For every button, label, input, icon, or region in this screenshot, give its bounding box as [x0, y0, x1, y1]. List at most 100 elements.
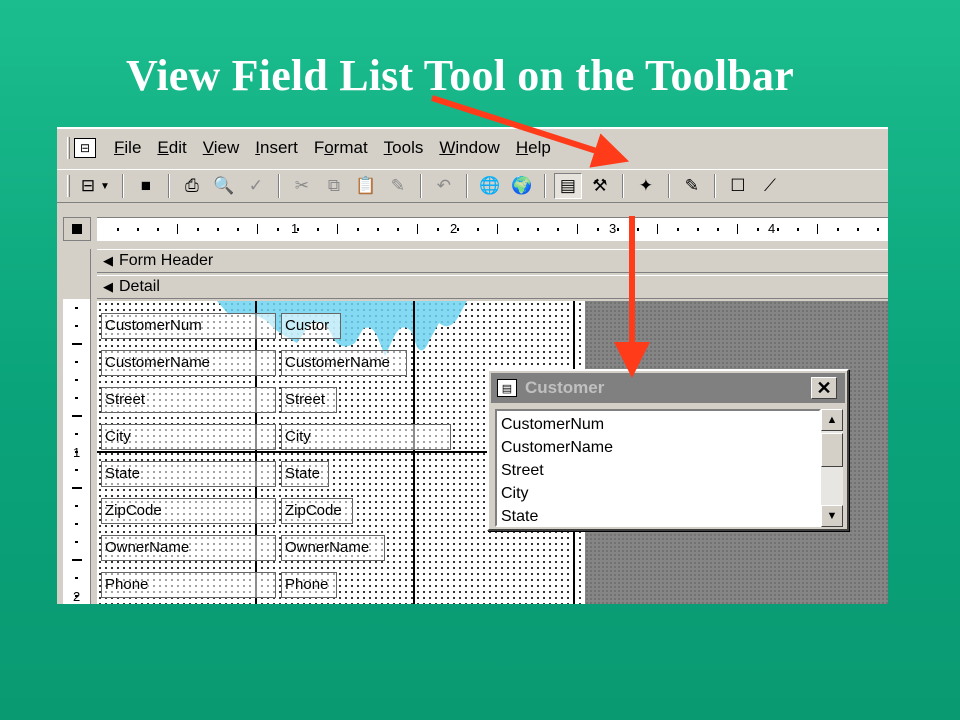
list-item[interactable]: CustomerName: [501, 436, 819, 459]
scroll-down-icon[interactable]: ▼: [821, 505, 843, 527]
ruler-tick: [617, 228, 619, 231]
access-key: o: [324, 138, 334, 157]
field-list-scrollbar[interactable]: ▲ ▼: [821, 409, 843, 527]
menubar-grip[interactable]: [67, 137, 70, 159]
web-toolbar-icon[interactable]: 🌍: [508, 173, 536, 199]
vertical-ruler[interactable]: 1 2: [63, 299, 91, 604]
spelling-icon[interactable]: ✓: [242, 173, 270, 199]
form-selector[interactable]: [63, 217, 91, 241]
ruler-tick: [177, 224, 178, 234]
ruler-tick: [737, 224, 738, 234]
cut-icon[interactable]: ✂: [288, 173, 316, 199]
toolbar-grip[interactable]: [67, 175, 70, 197]
textbox-city[interactable]: City: [281, 424, 451, 450]
ruler-tick: [237, 228, 239, 231]
section-selector-gutter[interactable]: [63, 249, 91, 299]
menu-view[interactable]: View: [195, 138, 248, 158]
print-preview-icon[interactable]: 🔍: [210, 173, 238, 199]
ruler-tick: [497, 224, 498, 234]
field-list-listbox[interactable]: CustomerNum CustomerName Street City Sta…: [495, 409, 821, 527]
ruler-tick: [75, 397, 78, 399]
close-icon[interactable]: ✕: [811, 377, 837, 399]
ruler-tick: [677, 228, 679, 231]
section-arrow-icon: ◀: [103, 279, 113, 294]
label-customername[interactable]: CustomerName: [101, 350, 276, 376]
textbox-customernum[interactable]: Custor: [281, 313, 341, 339]
ruler-tick: [75, 595, 78, 597]
view-dropdown-arrow-icon[interactable]: ▼: [100, 181, 110, 192]
field-list-window: ▤ Customer ✕ CustomerNum CustomerName St…: [487, 369, 849, 531]
toolbox-icon[interactable]: ⚒: [586, 173, 614, 199]
ruler-tick: [75, 505, 78, 507]
undo-icon[interactable]: ↶: [430, 173, 458, 199]
field-list-title: Customer: [525, 378, 605, 397]
ruler-tick: [317, 228, 319, 231]
field-list-icon[interactable]: ▤: [553, 173, 582, 199]
list-item[interactable]: State: [501, 505, 819, 528]
form-document-icon[interactable]: ⊟: [74, 138, 96, 158]
ruler-tick: [157, 228, 159, 231]
ruler-tick: [797, 228, 799, 231]
scroll-thumb[interactable]: [821, 433, 843, 467]
ruler-tick: [857, 228, 859, 231]
copy-icon[interactable]: ⧉: [320, 173, 348, 199]
menu-format[interactable]: Format: [306, 138, 376, 158]
form-header-bar[interactable]: ◀ Form Header: [97, 249, 888, 273]
ruler-tick: [697, 228, 699, 231]
label-city[interactable]: City: [101, 424, 276, 450]
label-street[interactable]: Street: [101, 387, 276, 413]
list-item[interactable]: Street: [501, 459, 819, 482]
form-header-label: Form Header: [119, 252, 214, 269]
print-icon[interactable]: ⎙: [178, 173, 206, 199]
field-list-titlebar[interactable]: ▤ Customer ✕: [491, 373, 845, 403]
autoformat-icon[interactable]: ✦: [632, 173, 660, 199]
textbox-phone[interactable]: Phone: [281, 572, 337, 598]
detail-bar[interactable]: ◀ Detail: [97, 275, 888, 299]
ruler-tick: [397, 228, 399, 231]
menu-help[interactable]: Help: [508, 138, 559, 158]
ruler-tick: [72, 487, 82, 489]
menu-bar: ⊟ File Edit View Insert Format Tools Win…: [57, 135, 888, 161]
textbox-zipcode[interactable]: ZipCode: [281, 498, 353, 524]
toolbar-separator: [621, 174, 624, 198]
properties-icon[interactable]: ☐: [724, 173, 752, 199]
label-phone[interactable]: Phone: [101, 572, 276, 598]
menu-tools[interactable]: Tools: [376, 138, 432, 158]
list-item[interactable]: City: [501, 482, 819, 505]
label-state[interactable]: State: [101, 461, 276, 487]
ruler-tick: [75, 379, 78, 381]
menu-window[interactable]: Window: [431, 138, 507, 158]
label-ownername[interactable]: OwnerName: [101, 535, 276, 561]
label-customernum[interactable]: CustomerNum: [101, 313, 276, 339]
textbox-ownername[interactable]: OwnerName: [281, 535, 385, 561]
toolbar-separator: [121, 174, 124, 198]
access-key: H: [515, 138, 529, 157]
toolbar-separator: [713, 174, 716, 198]
ruler-tick: [777, 228, 779, 231]
label-zipcode[interactable]: ZipCode: [101, 498, 276, 524]
insert-hyperlink-icon[interactable]: 🌐: [476, 173, 504, 199]
scroll-up-icon[interactable]: ▲: [821, 409, 843, 431]
ruler-tick: [557, 228, 559, 231]
ruler-tick: [75, 469, 78, 471]
menu-edit[interactable]: Edit: [149, 138, 194, 158]
build-icon[interactable]: ⟋: [756, 173, 784, 199]
save-icon[interactable]: ■: [132, 173, 160, 199]
horizontal-ruler[interactable]: 1 2 3 4: [97, 217, 888, 241]
textbox-state[interactable]: State: [281, 461, 329, 487]
ruler-tick: [457, 228, 459, 231]
list-item[interactable]: CustomerNum: [501, 413, 819, 436]
ruler-tick: [817, 224, 818, 234]
ruler-tick: [197, 228, 199, 231]
paste-icon[interactable]: 📋: [352, 173, 380, 199]
menu-file[interactable]: File: [106, 138, 149, 158]
menu-insert[interactable]: Insert: [247, 138, 306, 158]
textbox-street[interactable]: Street: [281, 387, 337, 413]
ruler-tick: [837, 228, 839, 231]
form-view-icon[interactable]: ⊟: [74, 173, 102, 199]
textbox-customername[interactable]: CustomerName: [281, 350, 407, 376]
code-icon[interactable]: ✎: [678, 173, 706, 199]
format-painter-icon[interactable]: ✎: [384, 173, 412, 199]
section-arrow-icon: ◀: [103, 253, 113, 268]
ruler-tick: [75, 523, 78, 525]
